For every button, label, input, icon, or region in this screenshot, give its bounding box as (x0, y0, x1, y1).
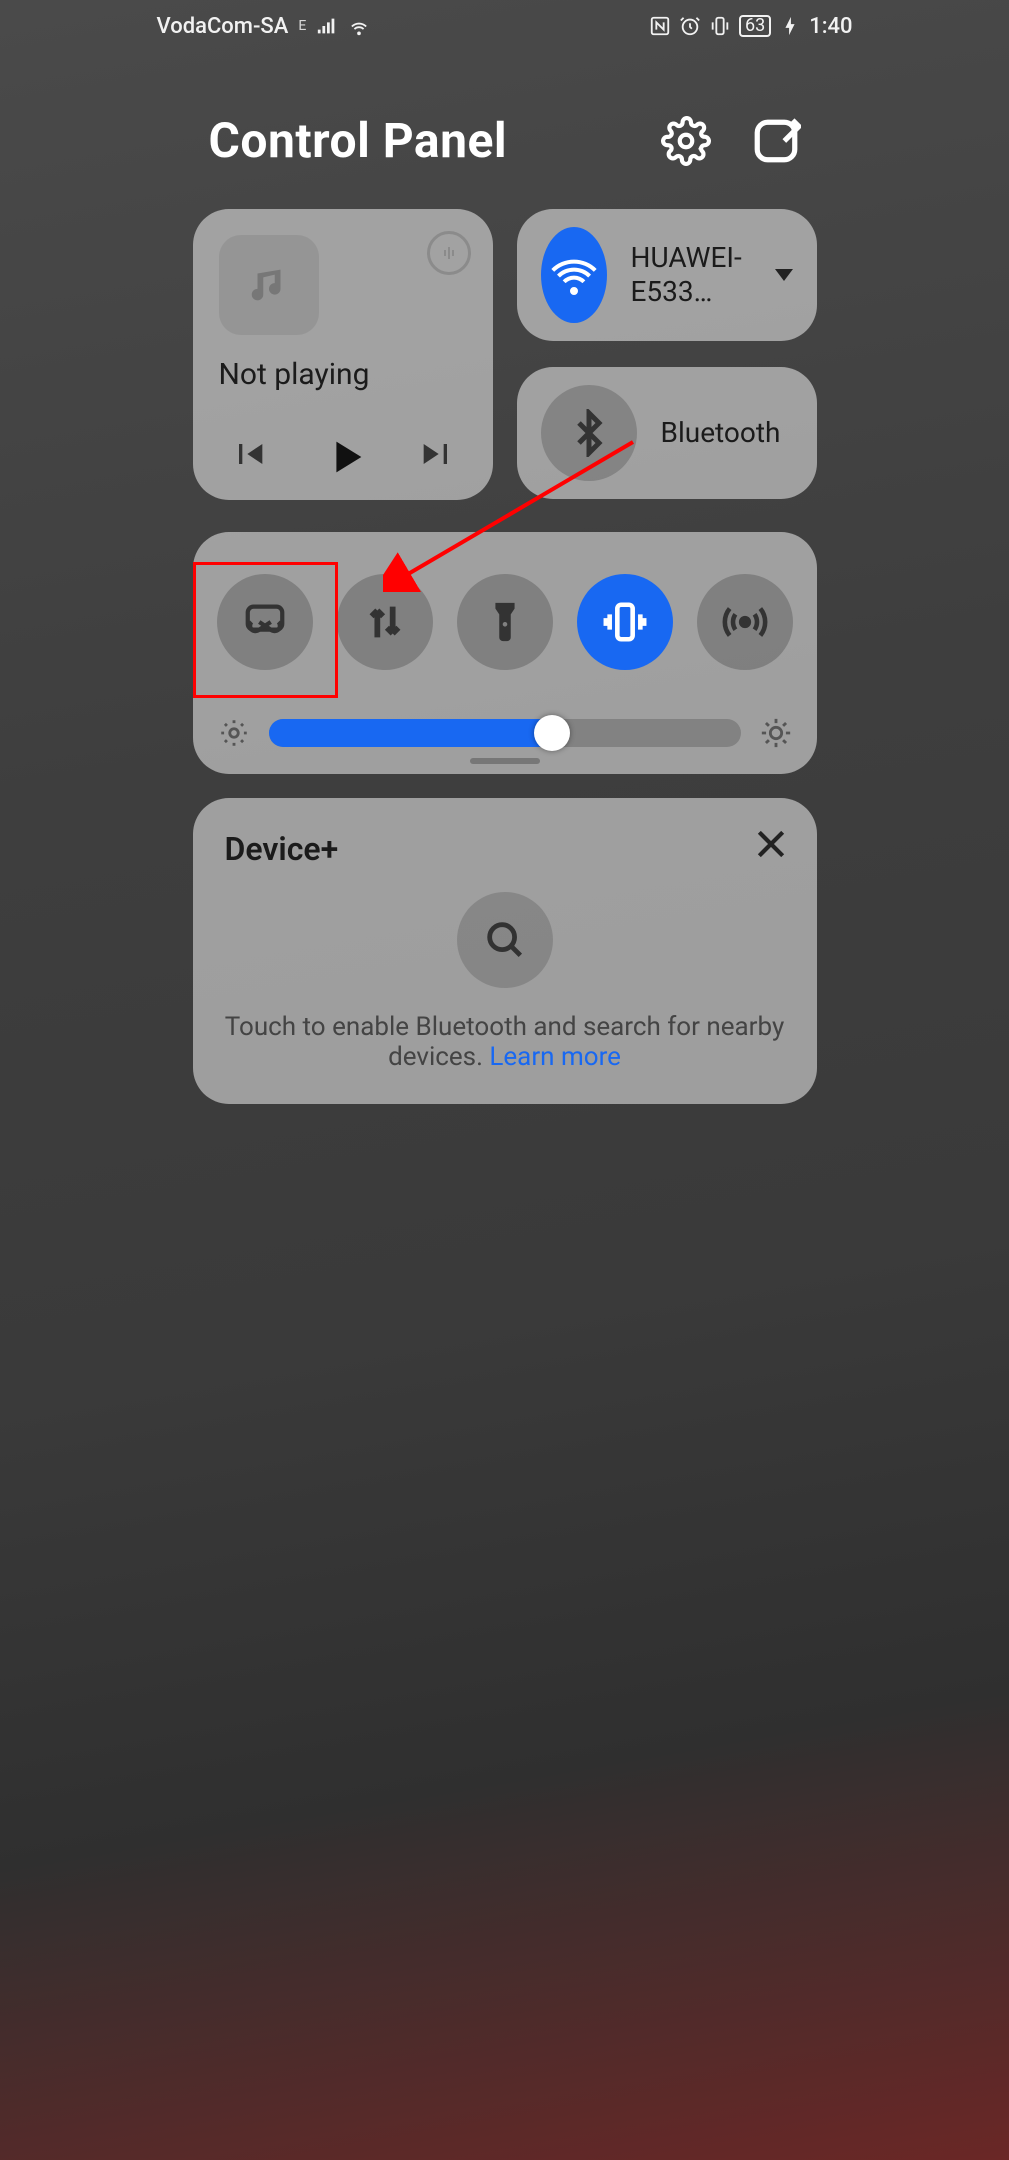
sound-wave-icon (437, 241, 461, 265)
brightness-high-icon (759, 716, 793, 750)
hotspot-toggle[interactable] (697, 574, 793, 670)
annotation-highlight-box (193, 562, 338, 698)
search-icon (482, 917, 528, 963)
audio-output-button[interactable] (427, 231, 471, 275)
skip-previous-icon (229, 434, 269, 474)
battery-level: 63 (739, 15, 771, 37)
device-plus-message: Touch to enable Bluetooth and search for… (225, 1012, 785, 1072)
learn-more-link[interactable]: Learn more (489, 1042, 621, 1072)
page-title: Control Panel (209, 112, 508, 169)
quick-toggles-card (193, 532, 817, 774)
charging-icon (779, 15, 801, 37)
media-prev-button[interactable] (229, 434, 269, 474)
device-plus-card: Device+ Touch to enable Bluetooth and se… (193, 798, 817, 1104)
album-art-placeholder (219, 235, 319, 335)
nfc-icon (649, 15, 671, 37)
device-plus-title: Device+ (225, 830, 785, 868)
close-icon (751, 824, 791, 864)
control-panel-header: Control Panel (139, 52, 871, 209)
brightness-slider[interactable] (217, 716, 793, 750)
brightness-thumb[interactable] (534, 715, 570, 751)
wifi-icon (550, 251, 598, 299)
brightness-fill (269, 719, 552, 747)
status-bar: VodaCom-SA E 63 1:40 (139, 0, 871, 52)
drag-handle[interactable] (470, 758, 540, 764)
bluetooth-tile[interactable]: Bluetooth (517, 367, 817, 499)
wifi-toggle[interactable] (541, 227, 607, 323)
media-play-button[interactable] (323, 434, 363, 474)
carrier-label: VodaCom-SA (157, 14, 289, 39)
play-icon (323, 434, 369, 480)
music-note-icon (246, 262, 292, 308)
settings-button[interactable] (661, 116, 711, 166)
mobile-data-toggle[interactable] (337, 574, 433, 670)
skip-next-icon (417, 434, 457, 474)
device-plus-close-button[interactable] (751, 824, 791, 864)
media-card[interactable]: Not playing (193, 209, 493, 500)
wifi-ssid: HUAWEI-E533… (631, 241, 751, 308)
vibrate-status-icon (709, 15, 731, 37)
bluetooth-icon (565, 409, 613, 457)
mobile-data-icon (362, 599, 408, 645)
brightness-low-icon (217, 716, 251, 750)
media-next-button[interactable] (417, 434, 457, 474)
flashlight-toggle[interactable] (457, 574, 553, 670)
media-status: Not playing (219, 357, 467, 392)
wifi-icon (348, 15, 370, 37)
chevron-down-icon[interactable] (775, 269, 793, 281)
edit-icon (751, 116, 801, 166)
device-plus-search-button[interactable] (457, 892, 553, 988)
flashlight-icon (482, 599, 528, 645)
hotspot-icon (722, 599, 768, 645)
wifi-tile[interactable]: HUAWEI-E533… (517, 209, 817, 341)
alarm-icon (679, 15, 701, 37)
gear-icon (661, 116, 711, 166)
bluetooth-toggle[interactable] (541, 385, 637, 481)
vibrate-icon (602, 599, 648, 645)
bluetooth-label: Bluetooth (661, 416, 781, 450)
signal-icon (316, 15, 338, 37)
brightness-track[interactable] (269, 719, 741, 747)
vibrate-toggle[interactable] (577, 574, 673, 670)
clock: 1:40 (809, 14, 852, 39)
edit-button[interactable] (751, 116, 801, 166)
network-type: E (298, 18, 306, 34)
